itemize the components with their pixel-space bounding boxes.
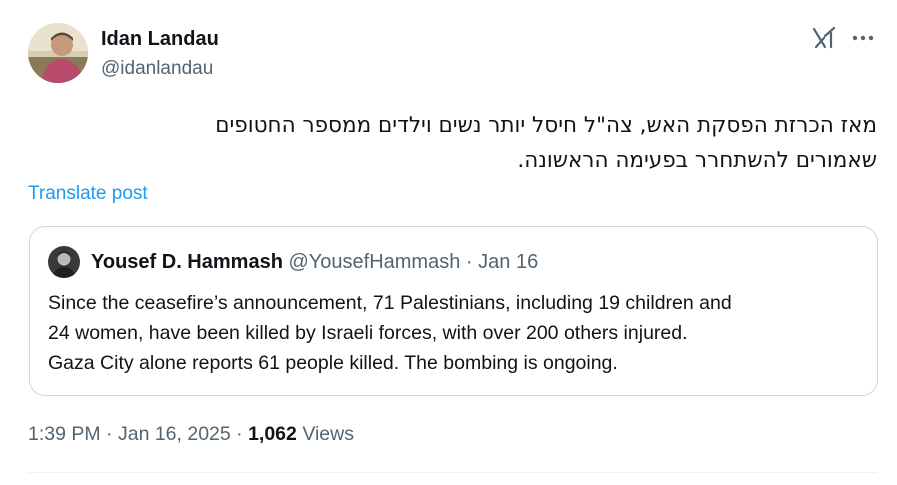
post-text: מאז הכרזת הפסקת האש, צה"ל חיסל יותר נשים… [28,108,877,178]
meta-separator: · [236,423,243,445]
post-text-line: מאז הכרזת הפסקת האש, צה"ל חיסל יותר נשים… [215,113,877,138]
meta-separator: · [106,423,113,445]
quote-text-line: 24 women, have been killed by Israeli fo… [48,322,688,344]
quote-author-avatar [48,246,80,278]
post-date[interactable]: Jan 16, 2025 [118,423,231,445]
quote-separator: · [465,251,473,273]
post-meta: 1:39 PM · Jan 16, 2025 · 1,062 Views [28,423,354,446]
quote-text-line: Gaza City alone reports 61 people killed… [48,352,618,374]
quote-text: Since the ceasefire’s announcement, 71 P… [48,288,868,378]
quote-author-handle: @YousefHammash [288,251,461,273]
quoted-post-card[interactable]: Yousef D. Hammash @YousefHammash · Jan 1… [29,226,878,396]
views-count[interactable]: 1,062 [248,423,297,445]
more-options-icon[interactable] [850,28,876,48]
person-avatar-icon [48,246,80,278]
divider [28,472,877,473]
quote-date: Jan 16 [478,251,539,273]
quote-header: Yousef D. Hammash @YousefHammash · Jan 1… [91,251,538,274]
quote-text-line: Since the ceasefire’s announcement, 71 P… [48,292,732,314]
grok-icon[interactable] [812,26,838,50]
author-handle[interactable]: @idanlandau [101,58,213,80]
post-time[interactable]: 1:39 PM [28,423,101,445]
post-text-line: שאמורים להשתחרר בפעימה הראשונה. [517,148,877,173]
author-name[interactable]: Idan Landau [101,28,219,51]
translate-post-link[interactable]: Translate post [28,183,148,205]
person-avatar-icon [28,23,88,83]
views-label[interactable]: Views [302,423,354,445]
author-avatar[interactable] [28,23,88,83]
quote-author-name: Yousef D. Hammash [91,251,283,273]
